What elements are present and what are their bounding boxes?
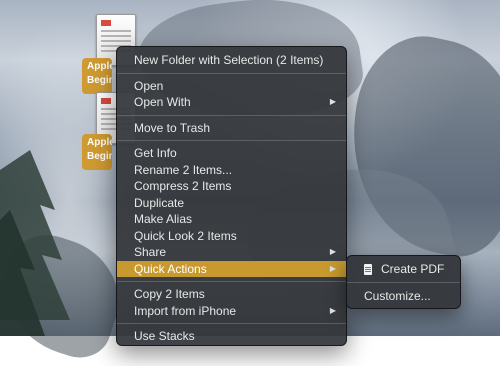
file-label[interactable]: Apple Begin bbox=[82, 134, 112, 170]
file-label-line: Begin bbox=[87, 75, 112, 86]
menu-separator bbox=[347, 282, 460, 283]
submenu-item-label: Customize... bbox=[364, 289, 431, 303]
menu-item-compress[interactable]: Compress 2 Items bbox=[117, 178, 346, 195]
menu-item-make-alias[interactable]: Make Alias bbox=[117, 211, 346, 228]
context-menu: New Folder with Selection (2 Items) Open… bbox=[116, 46, 347, 346]
menu-item-label: Compress 2 Items bbox=[134, 179, 232, 193]
menu-separator bbox=[117, 72, 346, 74]
menu-item-open-with[interactable]: Open With ▶ bbox=[117, 94, 346, 111]
quick-actions-submenu: Create PDF Customize... bbox=[346, 255, 461, 309]
menu-item-label: Quick Look 2 Items bbox=[134, 228, 237, 243]
submenu-arrow-icon: ▶ bbox=[329, 305, 336, 315]
menu-item-label: Open With bbox=[134, 95, 191, 109]
submenu-arrow-icon: ▶ bbox=[329, 247, 336, 256]
menu-separator bbox=[117, 114, 346, 116]
file-label-line: Apple bbox=[87, 137, 112, 148]
menu-item-label: Duplicate bbox=[134, 195, 185, 210]
menu-item-label: New Folder with Selection (2 Items) bbox=[134, 53, 324, 67]
menu-item-duplicate[interactable]: Duplicate bbox=[117, 195, 346, 212]
menu-item-label: Make Alias bbox=[134, 212, 193, 226]
menu-item-share[interactable]: Share ▶ bbox=[117, 244, 346, 261]
menu-item-rename[interactable]: Rename 2 Items... bbox=[117, 162, 346, 179]
pine-tree bbox=[0, 150, 70, 336]
file-label-line: Apple bbox=[87, 61, 112, 72]
menu-item-move-to-trash[interactable]: Move to Trash bbox=[117, 120, 346, 137]
file-label-line: Begin bbox=[87, 151, 112, 162]
menu-separator bbox=[117, 323, 346, 324]
menu-separator bbox=[117, 140, 346, 141]
menu-item-use-stacks[interactable]: Use Stacks bbox=[117, 328, 346, 345]
submenu-item-customize[interactable]: Customize... bbox=[347, 287, 460, 305]
menu-item-label: Import from iPhone bbox=[134, 303, 237, 318]
menu-item-quick-look[interactable]: Quick Look 2 Items bbox=[117, 228, 346, 245]
menu-item-label: Quick Actions bbox=[134, 261, 207, 276]
menu-item-label: Rename 2 Items... bbox=[134, 162, 233, 177]
submenu-arrow-icon: ▶ bbox=[329, 263, 336, 273]
menu-item-label: Share bbox=[134, 245, 167, 259]
menu-item-label: Use Stacks bbox=[134, 329, 195, 343]
menu-item-quick-actions[interactable]: Quick Actions ▶ bbox=[117, 260, 346, 277]
file-label[interactable]: Apple Begin bbox=[82, 58, 112, 94]
submenu-arrow-icon: ▶ bbox=[329, 97, 336, 106]
menu-item-import-from-iphone[interactable]: Import from iPhone ▶ bbox=[117, 303, 346, 320]
menu-item-copy[interactable]: Copy 2 Items bbox=[117, 286, 346, 303]
menu-item-label: Move to Trash bbox=[134, 120, 211, 135]
menu-item-get-info[interactable]: Get Info bbox=[117, 145, 346, 162]
menu-item-label: Get Info bbox=[134, 146, 177, 160]
menu-item-open[interactable]: Open bbox=[117, 78, 346, 95]
menu-item-new-folder-with-selection[interactable]: New Folder with Selection (2 Items) bbox=[117, 52, 346, 69]
submenu-item-create-pdf[interactable]: Create PDF bbox=[347, 260, 460, 278]
menu-separator bbox=[117, 281, 346, 282]
pdf-document-icon bbox=[364, 264, 372, 275]
menu-item-label: Copy 2 Items bbox=[134, 287, 205, 301]
menu-item-label: Open bbox=[134, 78, 164, 93]
submenu-item-label: Create PDF bbox=[381, 262, 445, 276]
